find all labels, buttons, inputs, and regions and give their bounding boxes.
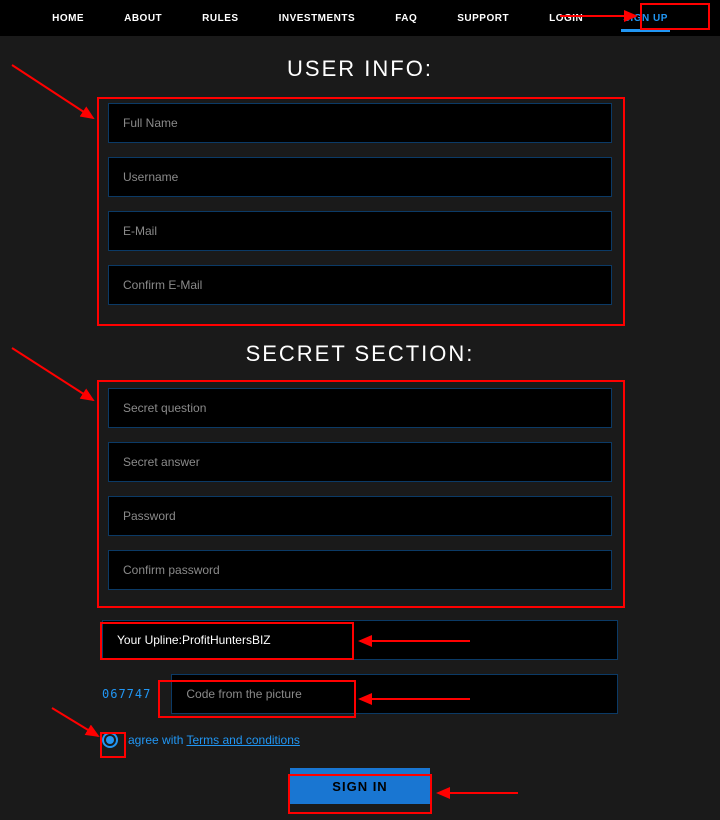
heading-user-info: USER INFO:	[0, 56, 720, 82]
password-input[interactable]	[108, 496, 612, 536]
nav-about[interactable]: ABOUT	[104, 13, 182, 24]
upline-row: Your Upline: ProfitHuntersBIZ	[102, 620, 618, 660]
secret-answer-input[interactable]	[108, 442, 612, 482]
email-input[interactable]	[108, 211, 612, 251]
nav-signup[interactable]: SIGN UP	[603, 13, 688, 24]
fullname-input[interactable]	[108, 103, 612, 143]
username-input[interactable]	[108, 157, 612, 197]
submit-row: SIGN IN	[0, 768, 720, 804]
nav-support[interactable]: SUPPORT	[437, 13, 529, 24]
nav-login[interactable]: LOGIN	[529, 13, 603, 24]
terms-link[interactable]: Terms and conditions	[186, 733, 299, 747]
nav-faq[interactable]: FAQ	[375, 13, 437, 24]
secret-question-input[interactable]	[108, 388, 612, 428]
agree-prefix: agree with	[128, 733, 186, 747]
upline-label: Your Upline:	[117, 633, 182, 647]
captcha-image: 067747	[102, 687, 151, 701]
agree-row: agree with Terms and conditions	[102, 732, 618, 748]
heading-secret-section: SECRET SECTION:	[0, 341, 720, 367]
signin-button[interactable]: SIGN IN	[290, 768, 430, 804]
upline-display: Your Upline: ProfitHuntersBIZ	[102, 620, 618, 660]
nav-home[interactable]: HOME	[32, 13, 104, 24]
agree-radio[interactable]	[102, 732, 118, 748]
secret-group	[102, 381, 618, 606]
confirm-email-input[interactable]	[108, 265, 612, 305]
confirm-password-input[interactable]	[108, 550, 612, 590]
upline-value: ProfitHuntersBIZ	[182, 633, 271, 647]
captcha-row: 067747	[102, 674, 618, 714]
agree-text: agree with Terms and conditions	[128, 733, 300, 747]
nav-investments[interactable]: INVESTMENTS	[259, 13, 376, 24]
captcha-input[interactable]	[171, 674, 618, 714]
user-info-group	[102, 96, 618, 321]
nav-rules[interactable]: RULES	[182, 13, 258, 24]
top-nav: HOME ABOUT RULES INVESTMENTS FAQ SUPPORT…	[0, 0, 720, 36]
